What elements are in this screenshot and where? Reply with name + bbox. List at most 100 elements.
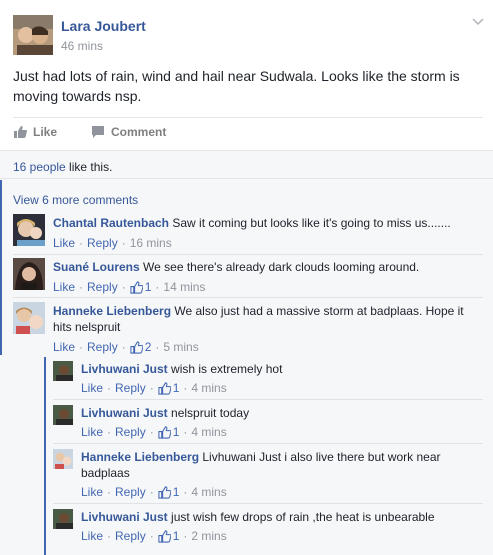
reaction-count[interactable]: 1: [158, 425, 180, 439]
comment-label: Comment: [111, 125, 167, 139]
reply-like-link[interactable]: Like: [81, 529, 103, 543]
reply-timestamp[interactable]: 4 mins: [191, 425, 226, 439]
comment-bubble-icon: [92, 126, 104, 138]
separator-dot: ·: [183, 529, 188, 543]
reply-text: Livhuwani Just nelspruit today: [81, 405, 481, 421]
reaction-count-value: 1: [172, 425, 180, 439]
separator-dot: ·: [107, 425, 112, 439]
replier-name[interactable]: Hanneke Liebenberg: [81, 450, 199, 464]
separator-dot: ·: [79, 236, 84, 250]
like-button[interactable]: Like: [13, 125, 57, 139]
reply-body: nelspruit today: [171, 406, 250, 420]
comment-like-link[interactable]: Like: [53, 340, 75, 354]
likes-count-suffix: like this.: [65, 160, 113, 174]
reply-reply-link[interactable]: Reply: [115, 425, 146, 439]
thumbs-up-icon: [158, 381, 171, 395]
author-avatar[interactable]: [13, 15, 53, 55]
reply-actions: Like · Reply · 1 · 4 mins: [81, 485, 227, 499]
separator-dot: ·: [107, 529, 112, 543]
reply-like-link[interactable]: Like: [81, 381, 103, 395]
reply-text: Livhuwani Just wish is extremely hot: [81, 361, 481, 377]
reply-actions: Like · Reply · 1 · 4 mins: [81, 381, 227, 395]
reply-text: Hanneke Liebenberg Livhuwani Just i also…: [81, 449, 471, 481]
comment-actions: Like · Reply · 1 · 14 mins: [53, 280, 205, 294]
separator-dot: ·: [107, 485, 112, 499]
separator-dot: ·: [149, 529, 154, 543]
reply-like-link[interactable]: Like: [81, 425, 103, 439]
replier-name[interactable]: Livhuwani Just: [81, 510, 168, 524]
comment-like-link[interactable]: Like: [53, 236, 75, 250]
reply-avatar[interactable]: [53, 449, 73, 469]
comment-reply-link[interactable]: Reply: [87, 340, 118, 354]
reply-divider: [53, 503, 483, 504]
comments-top-divider: [0, 178, 493, 179]
comment-timestamp[interactable]: 5 mins: [163, 340, 198, 354]
comment-divider: [13, 297, 483, 298]
separator-dot: ·: [149, 485, 154, 499]
reaction-count-value: 1: [144, 280, 152, 294]
reaction-count[interactable]: 2: [130, 340, 152, 354]
post-text: Just had lots of rain, wind and hail nea…: [13, 68, 460, 104]
separator-dot: ·: [121, 236, 126, 250]
comment-actions: Like · Reply · 2 · 5 mins: [53, 340, 199, 354]
comment-button[interactable]: Comment: [91, 125, 166, 139]
thumbs-up-icon: [158, 425, 171, 439]
reply-divider: [53, 443, 483, 444]
chevron-down-icon[interactable]: [472, 15, 484, 27]
replier-name[interactable]: Livhuwani Just: [81, 406, 168, 420]
reply-like-link[interactable]: Like: [81, 485, 103, 499]
thread-bar-main: [0, 180, 2, 355]
thumbs-up-icon: [130, 340, 143, 354]
commenter-avatar[interactable]: [13, 214, 45, 246]
reply-timestamp[interactable]: 4 mins: [191, 485, 226, 499]
likes-summary: 16 people like this.: [13, 160, 112, 174]
commenter-name[interactable]: Hanneke Liebenberg: [53, 304, 171, 318]
separator-dot: ·: [79, 340, 84, 354]
comment-reply-link[interactable]: Reply: [87, 280, 118, 294]
comment-like-link[interactable]: Like: [53, 280, 75, 294]
commenter-name[interactable]: Chantal Rautenbach: [53, 216, 169, 230]
commenter-name[interactable]: Suané Lourens: [53, 260, 140, 274]
reply-body: wish is extremely hot: [171, 362, 283, 376]
separator-dot: ·: [183, 425, 188, 439]
reply-avatar[interactable]: [53, 405, 73, 425]
reply-reply-link[interactable]: Reply: [115, 381, 146, 395]
reaction-count[interactable]: 1: [130, 280, 152, 294]
author-name[interactable]: Lara Joubert: [61, 18, 146, 34]
separator-dot: ·: [183, 485, 188, 499]
thumbs-up-icon: [130, 280, 143, 294]
separator-dot: ·: [121, 340, 126, 354]
reply-text: Livhuwani Just just wish few drops of ra…: [81, 509, 481, 525]
reply-reply-link[interactable]: Reply: [115, 529, 146, 543]
reaction-count[interactable]: 1: [158, 381, 180, 395]
reply-timestamp[interactable]: 2 mins: [191, 529, 226, 543]
reply-timestamp[interactable]: 4 mins: [191, 381, 226, 395]
thumbs-up-icon: [158, 485, 171, 499]
reply-avatar[interactable]: [53, 361, 73, 381]
view-more-comments-link[interactable]: View 6 more comments: [13, 193, 138, 207]
comment-divider: [13, 254, 483, 255]
comment-text: Suané Lourens We see there's already dar…: [53, 259, 483, 275]
comment-body: We see there's already dark clouds loomi…: [143, 260, 420, 274]
reaction-count[interactable]: 1: [158, 485, 180, 499]
reply-avatar[interactable]: [53, 509, 73, 529]
commenter-avatar[interactable]: [13, 302, 45, 334]
reply-reply-link[interactable]: Reply: [115, 485, 146, 499]
thumbs-up-icon: [158, 529, 171, 543]
comment-reply-link[interactable]: Reply: [87, 236, 118, 250]
replier-name[interactable]: Livhuwani Just: [81, 362, 168, 376]
reaction-count-value: 2: [144, 340, 152, 354]
separator-dot: ·: [79, 280, 84, 294]
post-timestamp[interactable]: 46 mins: [61, 39, 103, 53]
commenter-avatar[interactable]: [13, 258, 45, 290]
reply-body: just wish few drops of rain ,the heat is…: [171, 510, 435, 524]
comment-timestamp[interactable]: 14 mins: [163, 280, 205, 294]
comment-timestamp[interactable]: 16 mins: [130, 236, 172, 250]
reaction-count-value: 1: [172, 381, 180, 395]
post-divider: [13, 117, 483, 118]
reaction-count[interactable]: 1: [158, 529, 179, 543]
separator-dot: ·: [183, 381, 188, 395]
reaction-count-value: 1: [172, 485, 180, 499]
likes-count-link[interactable]: 16 people: [13, 160, 66, 174]
reply-actions: Like · Reply · 1 · 2 mins: [81, 529, 227, 543]
